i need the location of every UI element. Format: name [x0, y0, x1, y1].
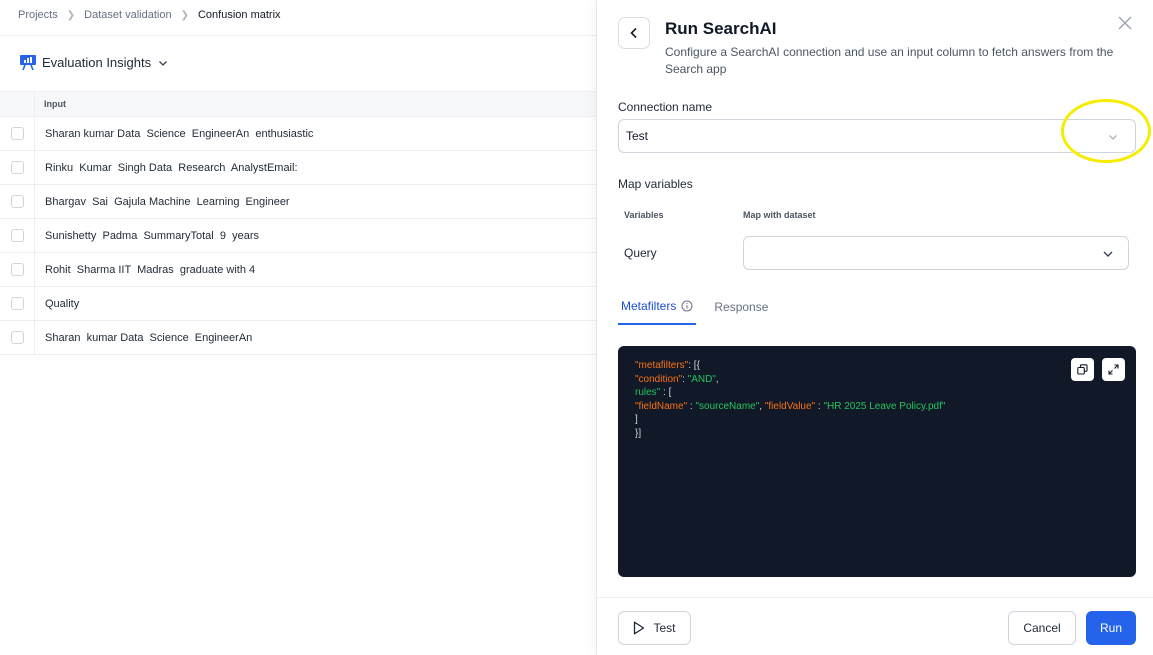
- divider: [0, 35, 596, 36]
- info-icon[interactable]: [681, 300, 693, 312]
- table-row: Rohit Sharma IIT Madras graduate with 4: [0, 253, 596, 287]
- tab-response-label: Response: [714, 300, 769, 314]
- chevron-left-icon: [630, 27, 637, 39]
- column-header-map-with-dataset: Map with dataset: [743, 210, 816, 220]
- divider: [597, 597, 1153, 598]
- row-checkbox[interactable]: [10, 229, 24, 242]
- presentation-chart-icon: [20, 55, 36, 71]
- row-checkbox[interactable]: [10, 263, 24, 276]
- copy-button[interactable]: [1071, 358, 1094, 381]
- map-variables-label: Map variables: [618, 177, 693, 191]
- row-checkbox[interactable]: [10, 195, 24, 208]
- test-button-label: Test: [653, 621, 676, 635]
- run-button-label: Run: [1099, 621, 1122, 635]
- input-cell: Sharan kumar Data Science EngineerAn: [45, 331, 253, 344]
- row-checkbox[interactable]: [10, 297, 24, 310]
- table-row: Quality: [0, 287, 596, 321]
- input-cell: Bhargav Sai Gajula Machine Learning Engi…: [45, 195, 290, 208]
- cancel-button[interactable]: Cancel: [1008, 611, 1076, 645]
- row-check-cell: [0, 117, 35, 150]
- breadcrumb: Projects ❯ Dataset validation ❯ Confusio…: [18, 9, 281, 21]
- row-check-cell: [0, 287, 35, 320]
- table-row: Sharan kumar Data Science EngineerAn ent…: [0, 117, 596, 151]
- table-row: Bhargav Sai Gajula Machine Learning Engi…: [0, 185, 596, 219]
- evaluation-insights-label: Evaluation Insights: [42, 55, 152, 70]
- breadcrumb-current: Confusion matrix: [197, 9, 281, 21]
- table-row: Sunishetty Padma SummaryTotal 9 years: [0, 219, 596, 253]
- input-cell: Sharan kumar Data Science EngineerAn ent…: [45, 127, 314, 140]
- row-check-cell: [0, 321, 35, 354]
- run-button[interactable]: Run: [1086, 611, 1136, 645]
- row-checkbox[interactable]: [10, 127, 24, 140]
- panel-title: Run SearchAI: [665, 19, 777, 38]
- input-cell: Sunishetty Padma SummaryTotal 9 years: [45, 229, 259, 242]
- row-check-cell: [0, 219, 35, 252]
- column-header-input: Input: [44, 99, 66, 109]
- tab-metafilters-label: Metafilters: [621, 299, 677, 313]
- expand-icon: [1108, 364, 1119, 375]
- breadcrumb-projects[interactable]: Projects: [18, 9, 58, 21]
- breadcrumb-dataset-validation[interactable]: Dataset validation: [84, 9, 171, 21]
- column-header-variables: Variables: [624, 210, 664, 220]
- connection-name-select[interactable]: Test: [618, 119, 1136, 153]
- tab-metafilters[interactable]: Metafilters: [618, 292, 697, 325]
- metafilters-code-editor[interactable]: "metafilters": [{ "condition": "AND", ru…: [618, 346, 1136, 577]
- row-checkbox[interactable]: [10, 331, 24, 344]
- row-check-cell: [0, 253, 35, 286]
- close-icon[interactable]: [1116, 14, 1134, 32]
- row-check-cell: [0, 185, 35, 218]
- evaluation-insights-dropdown[interactable]: Evaluation Insights: [19, 54, 168, 71]
- dataset-table: Input Sharan kumar Data Science Engineer…: [0, 91, 596, 355]
- run-searchai-panel: Run SearchAI Configure a SearchAI connec…: [596, 0, 1153, 655]
- tab-response[interactable]: Response: [711, 292, 771, 325]
- input-cell: Rinku Kumar Singh Data Research AnalystE…: [45, 161, 298, 174]
- cancel-button-label: Cancel: [1023, 621, 1061, 635]
- query-dataset-select[interactable]: [743, 236, 1129, 270]
- connection-name-label: Connection name: [618, 100, 713, 114]
- input-cell: Rohit Sharma IIT Madras graduate with 4: [45, 263, 256, 276]
- panel-subtitle: Configure a SearchAI connection and use …: [665, 45, 1114, 76]
- code-content: "metafilters": [{ "condition": "AND", ru…: [635, 360, 946, 439]
- query-variable-label: Query: [624, 246, 657, 260]
- expand-button[interactable]: [1102, 358, 1125, 381]
- chevron-down-icon: [159, 60, 168, 66]
- dataset-pane: Projects ❯ Dataset validation ❯ Confusio…: [0, 0, 596, 655]
- back-button[interactable]: [618, 17, 650, 49]
- chevron-right-icon: ❯: [66, 9, 76, 21]
- row-checkbox[interactable]: [10, 161, 24, 174]
- row-check-cell: [0, 151, 35, 184]
- table-header: Input: [0, 91, 596, 117]
- play-icon: [634, 621, 645, 635]
- chevron-down-icon: [1103, 251, 1113, 257]
- connection-name-value: Test: [626, 129, 649, 143]
- test-button[interactable]: Test: [618, 611, 691, 645]
- header-check-cell: [0, 92, 35, 116]
- copy-icon: [1077, 364, 1088, 375]
- input-cell: Quality: [45, 297, 80, 310]
- annotation-highlight-circle: [1061, 99, 1151, 163]
- chevron-right-icon: ❯: [180, 9, 189, 21]
- tabs: Metafilters Response: [618, 292, 786, 325]
- table-row: Rinku Kumar Singh Data Research AnalystE…: [0, 151, 596, 185]
- table-row: Sharan kumar Data Science EngineerAn: [0, 321, 596, 355]
